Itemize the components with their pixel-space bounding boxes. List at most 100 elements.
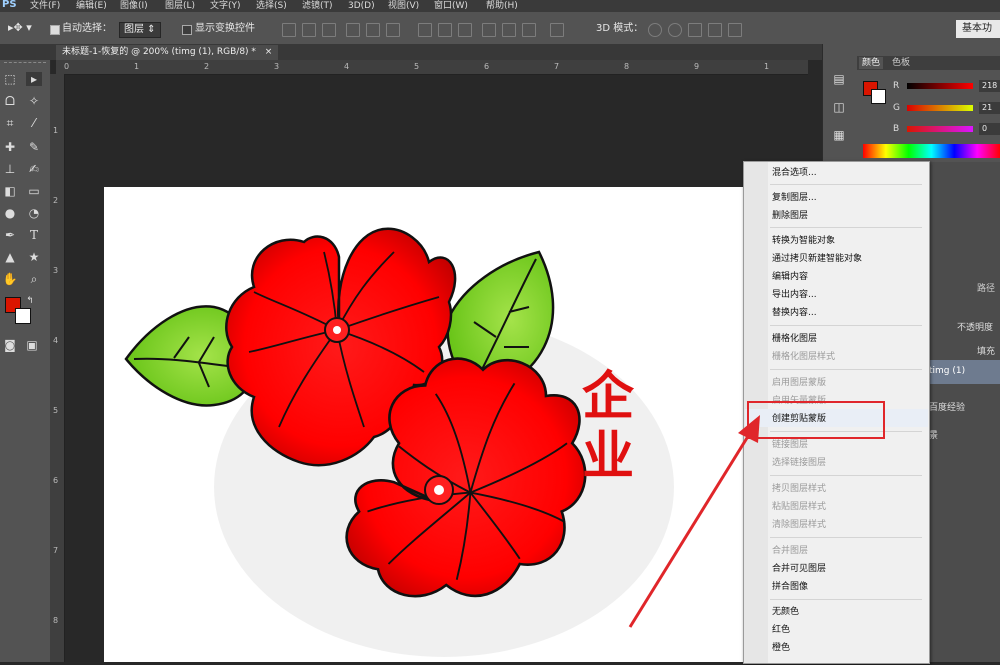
channel-r-slider[interactable]: [907, 83, 973, 89]
color-spectrum-ramp[interactable]: [863, 144, 1000, 158]
toolbar-grip[interactable]: [4, 62, 46, 67]
menu-file[interactable]: 文件(F): [30, 0, 60, 12]
move-tool-icon[interactable]: ▸: [26, 72, 42, 86]
crop-tool-icon[interactable]: ⌗: [2, 116, 18, 130]
zoom-tool-icon[interactable]: ⌕: [26, 272, 42, 286]
clone-stamp-icon[interactable]: ⊥: [2, 162, 18, 176]
path-selection-icon[interactable]: ▲: [2, 250, 18, 264]
adjustments-panel-icon[interactable]: ▦: [831, 128, 847, 142]
screen-mode-icon[interactable]: ▣: [24, 338, 40, 352]
shape-tool-icon[interactable]: ★: [26, 250, 42, 264]
brush-tool-icon[interactable]: ✎: [26, 140, 42, 154]
menu-item-export-contents[interactable]: 导出内容...: [772, 288, 817, 302]
history-brush-icon[interactable]: ✍: [26, 162, 42, 176]
channel-b-slider[interactable]: [907, 126, 973, 132]
3d-slide-icon[interactable]: [708, 23, 722, 37]
eraser-tool-icon[interactable]: ◧: [2, 184, 18, 198]
menu-window[interactable]: 窗口(W): [434, 0, 468, 12]
dodge-tool-icon[interactable]: ◔: [26, 206, 42, 220]
distribute-right-icon[interactable]: [522, 23, 536, 37]
workspace-button[interactable]: 基本功: [956, 20, 1000, 38]
background-color-swatch[interactable]: [15, 308, 31, 324]
pen-tool-icon[interactable]: ✒: [2, 228, 18, 242]
menu-item-no-color[interactable]: 无颜色: [772, 605, 799, 619]
magic-wand-icon[interactable]: ✧: [26, 94, 42, 108]
menu-filter[interactable]: 滤镜(T): [302, 0, 333, 12]
properties-panel-icon[interactable]: ◫: [831, 100, 847, 114]
menu-item-replace-contents[interactable]: 替换内容...: [772, 306, 817, 320]
layer-name-2[interactable]: 百度经验: [929, 400, 965, 413]
menu-item-paste-layer-style: 粘贴图层样式: [772, 502, 827, 512]
gradient-tool-icon[interactable]: ▭: [26, 184, 42, 198]
menu-type[interactable]: 文字(Y): [210, 0, 241, 12]
layer-name-3[interactable]: 景: [929, 428, 938, 441]
menu-item-new-smart-object-via-copy[interactable]: 通过拷贝新建智能对象: [772, 252, 862, 266]
options-bar: ▸✥ ▾ 自动选择： 图层 ⇕ 显示变换控件 3D 模式： 基本功: [0, 12, 1000, 45]
3d-scale-icon[interactable]: [728, 23, 742, 37]
3d-rotate-icon[interactable]: [648, 23, 662, 37]
blur-tool-icon[interactable]: ●: [2, 206, 18, 220]
menu-item-flatten-image[interactable]: 拼合图像: [772, 580, 808, 594]
menu-image[interactable]: 图像(I): [120, 0, 148, 12]
ruler-tick-label: 8: [624, 62, 630, 71]
swap-colors-icon[interactable]: ↰: [22, 294, 38, 308]
distribute-left-icon[interactable]: [482, 23, 496, 37]
menu-help[interactable]: 帮助(H): [486, 0, 518, 12]
distribute-vcenter-icon[interactable]: [438, 23, 452, 37]
auto-select-target-dropdown[interactable]: 图层 ⇕: [119, 22, 161, 38]
fill-label: 填充: [977, 347, 996, 357]
align-left-icon[interactable]: [346, 23, 360, 37]
tab-paths[interactable]: 路径: [977, 281, 995, 294]
channel-g-slider[interactable]: [907, 105, 973, 111]
menu-3d[interactable]: 3D(D): [348, 0, 375, 12]
history-panel-icon[interactable]: ▤: [831, 72, 847, 86]
background-color-chip[interactable]: [871, 89, 886, 104]
3d-roll-icon[interactable]: [668, 23, 682, 37]
eyedropper-icon[interactable]: ⁄: [26, 116, 42, 130]
ruler-tick-label: 8: [53, 616, 59, 625]
distribute-hcenter-icon[interactable]: [502, 23, 516, 37]
3d-pan-icon[interactable]: [688, 23, 702, 37]
type-tool-icon[interactable]: T: [26, 228, 42, 242]
distribute-bottom-icon[interactable]: [458, 23, 472, 37]
menu-item-convert-smart-object[interactable]: 转换为智能对象: [772, 234, 835, 248]
move-tool-icon[interactable]: ▸✥ ▾: [8, 21, 32, 35]
menu-item-edit-contents[interactable]: 编辑内容: [772, 270, 808, 284]
marquee-tool-icon[interactable]: ⬚: [2, 72, 18, 86]
menu-item-rasterize-layer[interactable]: 栅格化图层: [772, 332, 817, 346]
quick-mask-icon[interactable]: ◙: [2, 338, 18, 352]
lasso-tool-icon[interactable]: ᗝ: [2, 94, 18, 108]
menu-layer[interactable]: 图层(L): [165, 0, 195, 12]
horizontal-ruler: 0 1 2 3 4 5 6 7 8 9 1: [56, 60, 808, 75]
menu-item-orange[interactable]: 橙色: [772, 641, 790, 655]
align-top-icon[interactable]: [282, 23, 296, 37]
auto-select-checkbox[interactable]: [50, 25, 60, 35]
menu-select[interactable]: 选择(S): [256, 0, 287, 12]
align-hcenter-icon[interactable]: [366, 23, 380, 37]
menu-view[interactable]: 视图(V): [388, 0, 419, 12]
hand-tool-icon[interactable]: ✋: [2, 272, 18, 286]
menu-item-duplicate-layer[interactable]: 复制图层...: [772, 191, 817, 205]
distribute-top-icon[interactable]: [418, 23, 432, 37]
auto-align-icon[interactable]: [550, 23, 564, 37]
align-right-icon[interactable]: [386, 23, 400, 37]
align-bottom-icon[interactable]: [322, 23, 336, 37]
menu-item-delete-layer[interactable]: 删除图层: [772, 209, 808, 223]
menu-item-blending-options[interactable]: 混合选项...: [772, 166, 817, 180]
tab-swatches[interactable]: 色板: [889, 57, 913, 69]
menu-edit[interactable]: 编辑(E): [76, 0, 107, 12]
channel-g-label: G: [893, 103, 900, 113]
menu-item-red[interactable]: 红色: [772, 623, 790, 637]
channel-g-value[interactable]: 21: [979, 102, 1000, 114]
menu-separator: [770, 369, 922, 370]
channel-r-value[interactable]: 218: [979, 80, 1000, 92]
show-transform-checkbox[interactable]: [182, 25, 192, 35]
tab-color[interactable]: 颜色: [859, 57, 884, 69]
channel-b-value[interactable]: 0: [979, 123, 1000, 135]
menu-item-merge-visible[interactable]: 合并可见图层: [772, 562, 826, 576]
align-vcenter-icon[interactable]: [302, 23, 316, 37]
document-tab[interactable]: 未标题-1-恢复的 @ 200% (timg (1), RGB/8) * ×: [56, 45, 279, 60]
close-icon[interactable]: ×: [265, 47, 273, 57]
menu-item-copy-layer-style: 拷贝图层样式: [772, 484, 827, 494]
healing-brush-icon[interactable]: ✚: [2, 140, 18, 154]
